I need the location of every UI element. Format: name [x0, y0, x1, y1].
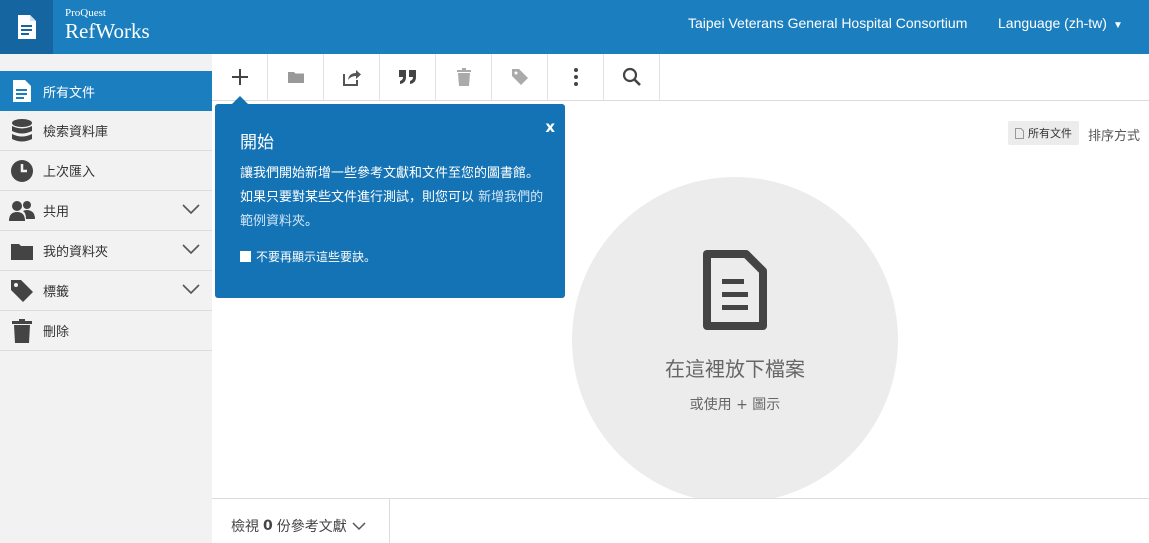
- sort-by-button[interactable]: 排序方式: [1088, 125, 1140, 144]
- share-button[interactable]: [324, 54, 380, 100]
- brand-refworks: RefWorks: [65, 19, 150, 43]
- view-count-dropdown[interactable]: 檢視 0 份參考文獻: [231, 516, 366, 536]
- sidebar-item-all-documents[interactable]: 所有文件: [0, 71, 212, 111]
- footer-divider: [389, 499, 390, 543]
- tag-icon: [10, 279, 33, 302]
- checkbox[interactable]: [240, 251, 251, 262]
- sidebar-item-search-databases[interactable]: 檢索資料庫: [0, 111, 212, 151]
- chevron-down-icon[interactable]: [182, 243, 200, 255]
- sidebar-item-label: 我的資料夾: [43, 245, 109, 260]
- more-vertical-icon: [573, 68, 578, 86]
- dont-show-tips-checkbox[interactable]: 不要再顯示這些要訣。: [240, 248, 376, 265]
- filter-chip-all-documents[interactable]: 所有文件: [1008, 121, 1079, 145]
- more-options-button[interactable]: [548, 54, 604, 100]
- tag-icon: [511, 69, 528, 85]
- getting-started-popover: 開始 x 讓我們開始新增一些參考文獻和文件至您的圖書館。如果只要對某些文件進行測…: [215, 96, 565, 298]
- document-icon: [1015, 127, 1024, 139]
- search-button[interactable]: [604, 54, 660, 100]
- chip-label: 所有文件: [1028, 127, 1072, 140]
- tag-button[interactable]: [492, 54, 548, 100]
- institution-name[interactable]: Taipei Veterans General Hospital Consort…: [688, 15, 967, 31]
- sidebar-item-shared[interactable]: 共用: [0, 191, 212, 231]
- sidebar-item-my-folders[interactable]: 我的資料夾: [0, 231, 212, 271]
- reference-count: 0: [263, 518, 273, 534]
- language-selector[interactable]: Language (zh-tw) ▼: [998, 15, 1123, 31]
- sidebar-item-label: 檢索資料庫: [43, 125, 109, 140]
- sidebar-item-label: 所有文件: [43, 85, 96, 101]
- sidebar-item-trash[interactable]: 刪除: [0, 311, 212, 351]
- document-icon: [12, 80, 31, 102]
- cite-button[interactable]: [380, 54, 436, 100]
- document-icon: [703, 250, 767, 330]
- drop-zone-subtitle: 或使用 + 圖示: [689, 397, 781, 413]
- toolbar: [212, 54, 1149, 101]
- sidebar: 所有文件 檢索資料庫 上次匯入 共用 我的資料夾 標籤 刪除: [0, 54, 212, 543]
- view-prefix: 檢視: [231, 519, 259, 535]
- popover-body: 讓我們開始新增一些參考文獻和文件至您的圖書館。如果只要對某些文件進行測試，則您可…: [240, 162, 545, 234]
- search-icon: [622, 67, 641, 86]
- add-to-folder-button[interactable]: [268, 54, 324, 100]
- folder-icon: [10, 243, 33, 260]
- chevron-down-icon: [352, 521, 366, 530]
- file-drop-zone[interactable]: 在這裡放下檔案 或使用 + 圖示: [572, 177, 898, 503]
- results-footer: 檢視 0 份參考文獻: [212, 498, 1149, 543]
- sidebar-item-tags[interactable]: 標籤: [0, 271, 212, 311]
- sidebar-item-label: 共用: [43, 205, 70, 220]
- view-suffix: 份參考文獻: [276, 519, 347, 535]
- quote-icon: [398, 70, 416, 84]
- popover-arrow: [232, 96, 248, 104]
- app-header: ProQuest RefWorks Taipei Veterans Genera…: [0, 0, 1149, 54]
- logo[interactable]: [0, 0, 53, 54]
- close-button[interactable]: x: [545, 118, 555, 136]
- sidebar-item-label: 上次匯入: [43, 165, 96, 180]
- drop-zone-title: 在這裡放下檔案: [665, 357, 805, 381]
- users-icon: [8, 200, 35, 221]
- language-label: Language (zh-tw): [998, 15, 1107, 31]
- popover-title: 開始: [240, 133, 274, 153]
- chevron-down-icon[interactable]: [182, 203, 200, 215]
- document-logo-icon: [17, 15, 36, 39]
- add-reference-button[interactable]: [212, 54, 268, 100]
- sidebar-item-last-import[interactable]: 上次匯入: [0, 151, 212, 191]
- delete-button[interactable]: [436, 54, 492, 100]
- sidebar-item-label: 標籤: [43, 285, 70, 300]
- brand-proquest: ProQuest: [65, 7, 106, 19]
- database-icon: [11, 118, 32, 141]
- add-icon: [231, 69, 248, 85]
- trash-icon: [11, 318, 32, 343]
- folder-icon: [287, 72, 304, 83]
- share-icon: [342, 70, 361, 86]
- sidebar-item-label: 刪除: [43, 325, 70, 340]
- brand-name: ProQuest RefWorks: [65, 7, 150, 43]
- trash-icon: [456, 68, 471, 86]
- checkbox-label: 不要再顯示這些要訣。: [256, 250, 377, 264]
- popover-text-end: 。: [305, 214, 319, 229]
- caret-down-icon: ▼: [1112, 20, 1123, 31]
- clock-icon: [10, 159, 33, 182]
- chevron-down-icon[interactable]: [182, 283, 200, 295]
